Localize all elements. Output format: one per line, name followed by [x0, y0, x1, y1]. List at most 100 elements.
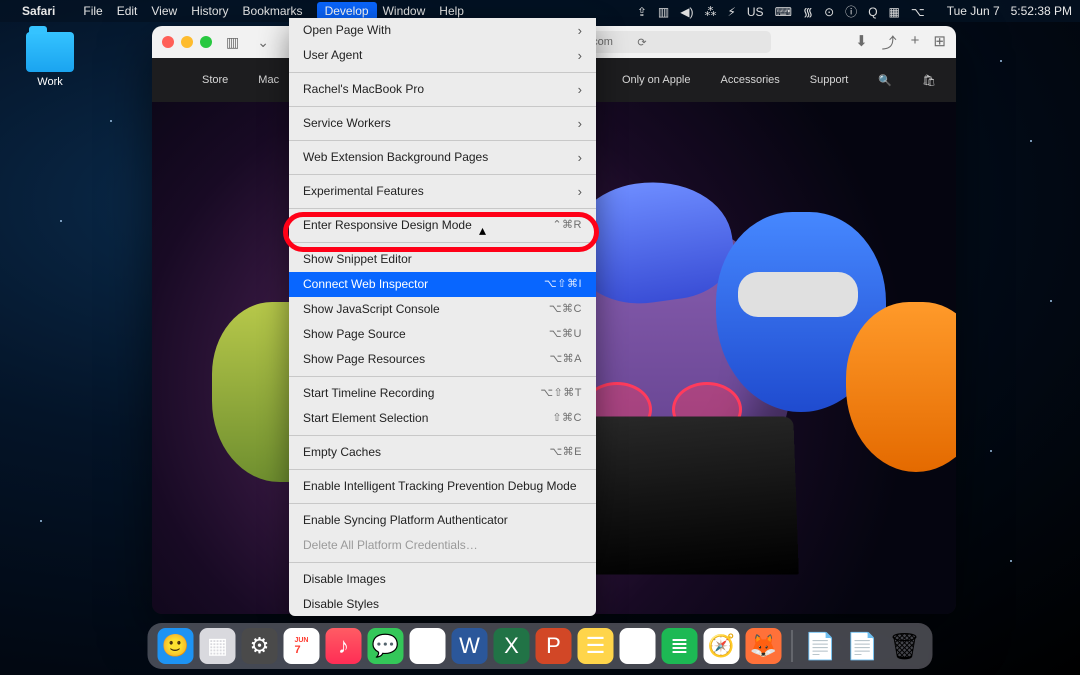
menu-item-label: Delete All Platform Credentials…: [303, 537, 478, 554]
menu-extra-icon[interactable]: ▥: [658, 5, 669, 19]
menu-extra-icon[interactable]: ◀): [680, 5, 693, 19]
nav-only-on-apple[interactable]: Only on Apple: [622, 74, 691, 86]
menu-item-disable-styles[interactable]: Disable Styles: [289, 592, 596, 616]
dock-tray-trash[interactable]: 🗑: [887, 628, 923, 664]
close-button[interactable]: [162, 36, 174, 48]
menu-extra-icon[interactable]: US: [747, 5, 764, 19]
menu-item-show-page-resources[interactable]: Show Page Resources⌥⌘A: [289, 347, 596, 372]
menu-extra-icon[interactable]: ⚡︎: [727, 5, 735, 19]
dock-app-word[interactable]: W: [452, 628, 488, 664]
dock-app-system-preferences[interactable]: ⚙︎: [242, 628, 278, 664]
dock-app-slack[interactable]: ✱: [620, 628, 656, 664]
menu-item-label: Web Extension Background Pages: [303, 149, 488, 166]
menu-item-web-extension-background-pages[interactable]: Web Extension Background Pages: [289, 145, 596, 170]
nav-mac[interactable]: Mac: [258, 74, 279, 86]
dock-tray-document[interactable]: 📄: [803, 628, 839, 664]
menu-item-delete-all-platform-credentials: Delete All Platform Credentials…: [289, 533, 596, 558]
tab-group-menu-button[interactable]: ⌄: [253, 34, 273, 51]
dock-app-calendar[interactable]: JUN7: [284, 628, 320, 664]
menu-separator: [289, 376, 596, 377]
menu-item-connect-web-inspector[interactable]: Connect Web Inspector⌥⇧⌘I: [289, 272, 596, 297]
menu-item-show-page-source[interactable]: Show Page Source⌥⌘U: [289, 322, 596, 347]
minimize-button[interactable]: [181, 36, 193, 48]
menu-item-enter-responsive-design-mode[interactable]: Enter Responsive Design Mode ⌃⌘R: [289, 213, 596, 238]
menubar-item-view[interactable]: View: [151, 4, 177, 18]
menu-item-show-javascript-console[interactable]: Show JavaScript Console⌥⌘C: [289, 297, 596, 322]
menu-item-shortcut: ⌃⌘R: [552, 217, 582, 234]
menu-item-enable-syncing-platform-authenticator[interactable]: Enable Syncing Platform Authenticator: [289, 508, 596, 533]
menu-extra-icon[interactable]: Q: [868, 5, 877, 19]
menu-item-start-timeline-recording[interactable]: Start Timeline Recording⌥⇧⌘T: [289, 381, 596, 406]
menu-separator: [289, 503, 596, 504]
reload-icon[interactable]: ⟳: [637, 36, 646, 49]
dock-app-launchpad[interactable]: ▦: [200, 628, 236, 664]
search-icon[interactable]: 🔍: [878, 74, 892, 87]
menu-item-label: Enable Syncing Platform Authenticator: [303, 512, 508, 529]
dock-app-excel[interactable]: X: [494, 628, 530, 664]
menu-item-user-agent[interactable]: User Agent: [289, 43, 596, 68]
memoji-orange: [846, 302, 956, 472]
menubar-item-history[interactable]: History: [191, 4, 228, 18]
menu-item-label: Enter Responsive Design Mode: [303, 217, 472, 234]
menu-extra-icon[interactable]: ⓘ: [845, 5, 857, 19]
menu-item-label: Enable Intelligent Tracking Prevention D…: [303, 478, 577, 495]
menu-item-open-page-with[interactable]: Open Page With: [289, 18, 596, 43]
dock-app-powerpoint[interactable]: P: [536, 628, 572, 664]
nav-store[interactable]: Store: [202, 74, 228, 86]
menu-item-start-element-selection[interactable]: Start Element Selection⇧⌘C: [289, 406, 596, 431]
sidebar-toggle-button[interactable]: ▥: [222, 34, 243, 51]
dock-separator: [792, 630, 793, 662]
menu-item-show-snippet-editor[interactable]: Show Snippet Editor: [289, 247, 596, 272]
menu-item-shortcut: ⌥⌘C: [549, 301, 582, 318]
dock-app-notes[interactable]: ☰: [578, 628, 614, 664]
menu-separator: [289, 562, 596, 563]
downloads-button[interactable]: ⬇︎: [855, 32, 868, 53]
window-controls: [162, 36, 212, 48]
dock-app-music[interactable]: ♪: [326, 628, 362, 664]
menubar-item-bookmarks[interactable]: Bookmarks: [243, 4, 303, 18]
zoom-button[interactable]: [200, 36, 212, 48]
menu-item-experimental-features[interactable]: Experimental Features: [289, 179, 596, 204]
menubar-date[interactable]: Tue Jun 7: [947, 4, 1000, 18]
menubar-item-help[interactable]: Help: [439, 4, 464, 18]
menubar-item-window[interactable]: Window: [383, 4, 426, 18]
menubar-item-edit[interactable]: Edit: [117, 4, 138, 18]
menu-item-disable-images[interactable]: Disable Images: [289, 567, 596, 592]
menu-extra-icon[interactable]: ᯾: [803, 5, 813, 19]
nav-accessories[interactable]: Accessories: [721, 74, 780, 86]
menu-item-label: Start Element Selection: [303, 410, 428, 427]
menu-separator: [289, 208, 596, 209]
menu-extra-icon[interactable]: ⇪: [637, 5, 647, 19]
menubar-time[interactable]: 5:52:38 PM: [1011, 4, 1072, 18]
menu-item-enable-intelligent-tracking-prevention-debug-mode[interactable]: Enable Intelligent Tracking Prevention D…: [289, 474, 596, 499]
new-tab-button[interactable]: +: [911, 32, 920, 53]
menu-extra-icon[interactable]: ▦: [889, 5, 900, 19]
menu-extra-icon[interactable]: ⌨︎: [775, 5, 792, 19]
menu-item-empty-caches[interactable]: Empty Caches⌥⌘E: [289, 440, 596, 465]
menu-item-service-workers[interactable]: Service Workers: [289, 111, 596, 136]
dock-app-safari[interactable]: 🧭: [704, 628, 740, 664]
menu-item-rachel-s-macbook-pro[interactable]: Rachel's MacBook Pro: [289, 77, 596, 102]
menu-separator: [289, 140, 596, 141]
menu-item-label: Start Timeline Recording: [303, 385, 434, 402]
nav-support[interactable]: Support: [810, 74, 849, 86]
menu-item-shortcut: ⌥⌘U: [549, 326, 582, 343]
share-button[interactable]: ⤴︎: [882, 32, 897, 53]
dock-app-messages[interactable]: 💬: [368, 628, 404, 664]
desktop-folder-work[interactable]: Work: [20, 32, 80, 88]
menu-separator: [289, 174, 596, 175]
menu-extra-icon[interactable]: ⁂: [704, 5, 716, 19]
develop-menu[interactable]: Open Page WithUser Agent Rachel's MacBook…: [289, 18, 596, 616]
menu-item-label: Connect Web Inspector: [303, 276, 428, 293]
bag-icon[interactable]: 🛍: [922, 74, 936, 87]
dock-tray-document2[interactable]: 📄: [845, 628, 881, 664]
menu-extra-icon[interactable]: ⊙: [824, 5, 834, 19]
dock-app-finder[interactable]: 🙂: [158, 628, 194, 664]
menu-extra-icon[interactable]: ⌥: [911, 5, 925, 19]
dock-app-chrome[interactable]: ◉: [410, 628, 446, 664]
menubar-item-file[interactable]: File: [83, 4, 102, 18]
menubar-app-name[interactable]: Safari: [22, 4, 55, 18]
dock-app-spotify[interactable]: ≣: [662, 628, 698, 664]
dock-app-firefox[interactable]: 🦊: [746, 628, 782, 664]
tab-overview-button[interactable]: ⊞: [933, 32, 946, 53]
